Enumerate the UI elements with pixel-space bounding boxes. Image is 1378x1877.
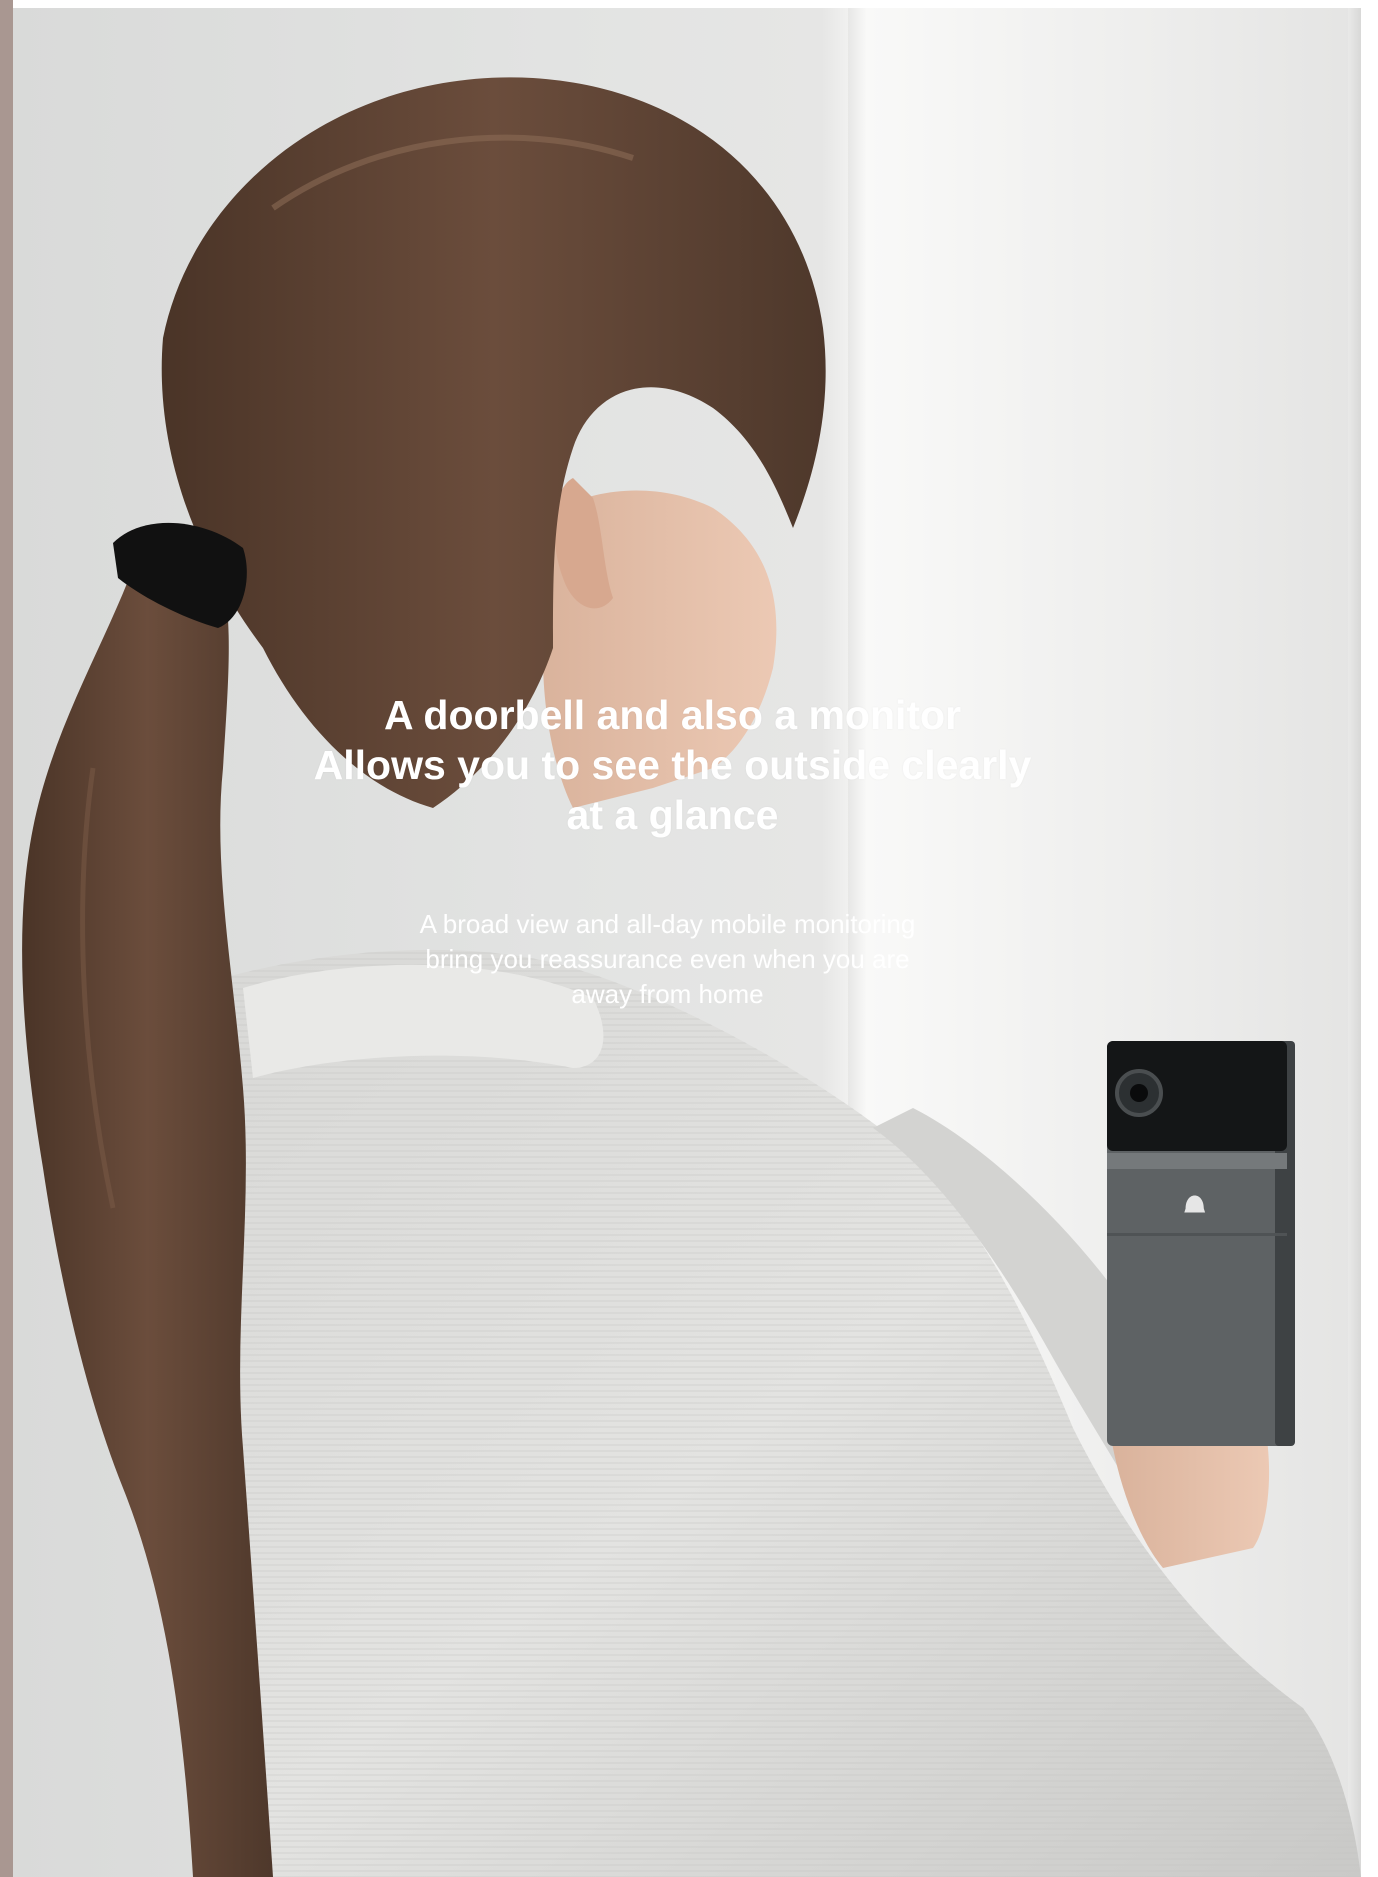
top-border [13,0,1378,8]
headline-line-2: Allows you to see the outside clearly [313,742,1032,788]
page: A doorbell and also a monitor Allows you… [0,0,1378,1877]
video-doorbell [1107,1041,1295,1446]
subtext-line-2: bring you reassurance even when you are [425,944,910,974]
right-border [1361,0,1378,1877]
left-edge-strip [0,0,13,1877]
subtext-line-3: away from home [571,979,764,1009]
headline: A doorbell and also a monitor Allows you… [200,690,1145,840]
subtext: A broad view and all-day mobile monitori… [340,907,995,1012]
headline-line-1: A doorbell and also a monitor [383,692,962,738]
subtext-line-1: A broad view and all-day mobile monitori… [419,909,916,939]
headline-line-3: at a glance [566,792,779,838]
